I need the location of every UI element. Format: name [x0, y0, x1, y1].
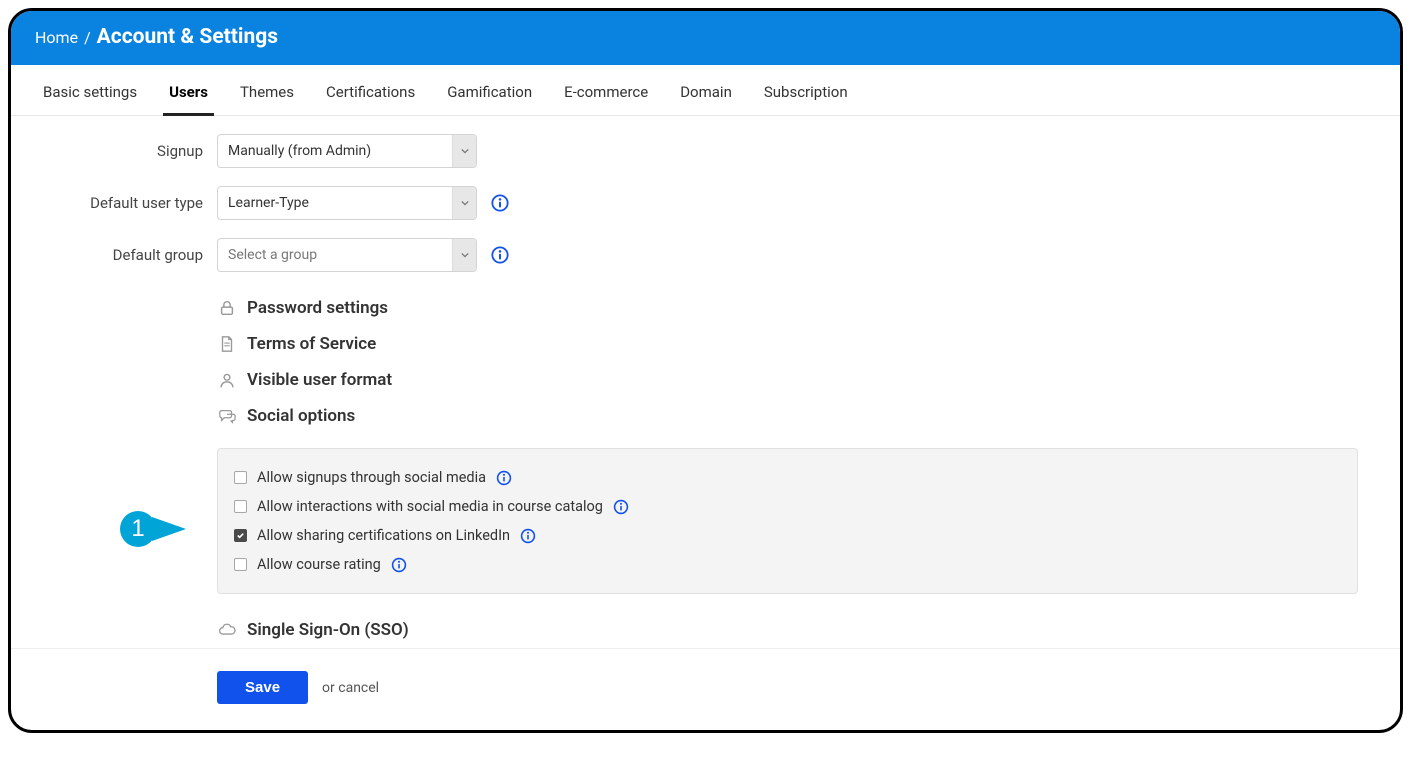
tab-subscription[interactable]: Subscription	[748, 65, 864, 115]
form-area: Signup Manually (from Admin) Default use…	[11, 116, 1400, 648]
tab-gamification[interactable]: Gamification	[431, 65, 548, 115]
label-default-group: Default group	[29, 246, 217, 264]
tab-basic-settings[interactable]: Basic settings	[27, 65, 153, 115]
label-default-user-type: Default user type	[29, 194, 217, 212]
section-visible-user-format[interactable]: Visible user format	[217, 362, 1358, 398]
option-allow-social-interactions: Allow interactions with social media in …	[234, 492, 1341, 521]
cancel-link[interactable]: cancel	[338, 680, 379, 696]
section-social-options[interactable]: Social options	[217, 398, 1358, 434]
section-label: Visible user format	[247, 370, 392, 390]
section-terms-of-service[interactable]: Terms of Service	[217, 326, 1358, 362]
info-icon[interactable]	[491, 194, 509, 212]
user-icon	[217, 370, 237, 390]
tabs-bar: Basic settings Users Themes Certificatio…	[11, 65, 1400, 116]
breadcrumb-separator: /	[84, 28, 91, 47]
info-icon[interactable]	[491, 246, 509, 264]
select-default-user-type-value: Learner-Type	[218, 195, 452, 211]
row-default-user-type: Default user type Learner-Type	[29, 186, 1382, 220]
info-icon[interactable]	[496, 470, 512, 486]
section-label: Terms of Service	[247, 334, 376, 354]
section-password-settings[interactable]: Password settings	[217, 290, 1358, 326]
tab-ecommerce[interactable]: E-commerce	[548, 65, 664, 115]
chevron-down-icon	[452, 187, 476, 219]
tab-certifications[interactable]: Certifications	[310, 65, 431, 115]
settings-window: Home / Account & Settings Basic settings…	[8, 8, 1403, 733]
section-label: Social options	[247, 406, 355, 426]
checkbox-allow-social-interactions[interactable]	[234, 500, 247, 513]
option-label: Allow course rating	[257, 556, 381, 573]
tab-domain[interactable]: Domain	[664, 65, 748, 115]
cancel-line: or cancel	[322, 680, 379, 696]
section-label: Single Sign-On (SSO)	[247, 620, 409, 640]
section-list: Password settings Terms of Service Visib…	[29, 290, 1382, 648]
option-label: Allow signups through social media	[257, 469, 486, 486]
select-signup-value: Manually (from Admin)	[218, 143, 452, 159]
checkbox-allow-linkedin-sharing[interactable]	[234, 529, 247, 542]
document-icon	[217, 334, 237, 354]
chevron-down-icon	[452, 135, 476, 167]
info-icon[interactable]	[613, 499, 629, 515]
label-signup: Signup	[29, 142, 217, 160]
tab-themes[interactable]: Themes	[224, 65, 310, 115]
cloud-icon	[217, 620, 237, 640]
option-label: Allow sharing certifications on LinkedIn	[257, 527, 510, 544]
breadcrumb-home[interactable]: Home	[35, 28, 78, 47]
footer-bar: Save or cancel	[11, 648, 1400, 730]
select-default-user-type[interactable]: Learner-Type	[217, 186, 477, 220]
or-text: or	[322, 680, 338, 696]
tab-users[interactable]: Users	[153, 65, 224, 115]
breadcrumb-page-title: Account & Settings	[97, 25, 278, 49]
save-button[interactable]: Save	[217, 671, 308, 704]
select-default-group[interactable]: Select a group	[217, 238, 477, 272]
select-default-group-placeholder: Select a group	[218, 247, 452, 263]
lock-icon	[217, 298, 237, 318]
chevron-down-icon	[452, 239, 476, 271]
option-label: Allow interactions with social media in …	[257, 498, 603, 515]
header-bar: Home / Account & Settings	[11, 11, 1400, 65]
checkbox-allow-social-signups[interactable]	[234, 471, 247, 484]
select-signup[interactable]: Manually (from Admin)	[217, 134, 477, 168]
chat-icon	[217, 406, 237, 426]
section-sso[interactable]: Single Sign-On (SSO)	[217, 612, 1358, 648]
info-icon[interactable]	[391, 557, 407, 573]
section-label: Password settings	[247, 298, 388, 318]
option-allow-course-rating: Allow course rating	[234, 550, 1341, 579]
option-allow-social-signups: Allow signups through social media	[234, 463, 1341, 492]
row-signup: Signup Manually (from Admin)	[29, 134, 1382, 168]
row-default-group: Default group Select a group	[29, 238, 1382, 272]
option-allow-linkedin-sharing: Allow sharing certifications on LinkedIn	[234, 521, 1341, 550]
info-icon[interactable]	[520, 528, 536, 544]
checkbox-allow-course-rating[interactable]	[234, 558, 247, 571]
social-options-panel: Allow signups through social media Allow…	[217, 448, 1358, 594]
